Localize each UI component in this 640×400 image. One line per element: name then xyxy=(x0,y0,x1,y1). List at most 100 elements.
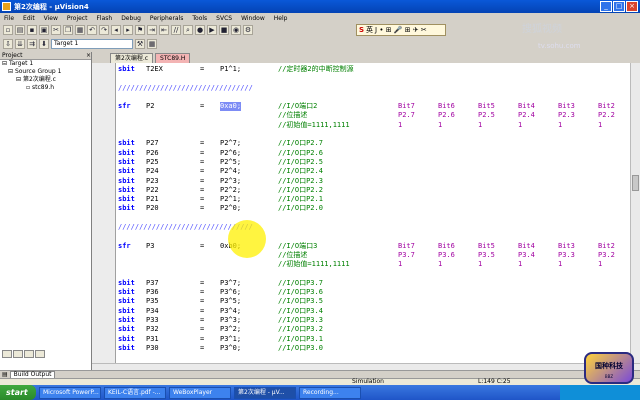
taskbar-task[interactable]: WeBoxPlayer xyxy=(169,386,231,399)
code-line[interactable]: 170sbitP35=P3^5;//I/O口P3.5 xyxy=(118,297,628,306)
horizontal-scrollbar[interactable] xyxy=(92,363,640,370)
code-line[interactable]: 157sbitP23=P2^3;//I/O口P2.3 xyxy=(118,177,628,186)
minimize-icon[interactable]: _ xyxy=(600,1,612,12)
code-line[interactable]: 172sbitP33=P3^3;//I/O口P3.3 xyxy=(118,316,628,325)
menu-item-tools[interactable]: Tools xyxy=(192,15,207,22)
code-line[interactable]: 151//初始值=1111,1111111111 xyxy=(118,121,628,130)
tree-item-header-file[interactable]: ▫ stc89.h xyxy=(0,84,91,92)
code-line[interactable]: 165//位描述P3.7P3.6P3.5P3.4P3.3P3.2 xyxy=(118,251,628,260)
code-line[interactable]: 161 xyxy=(118,214,628,223)
close-panel-icon[interactable]: × xyxy=(86,52,91,59)
code-line[interactable]: 163 xyxy=(118,232,628,241)
taskbar-task[interactable]: Recording... xyxy=(299,386,361,399)
stop-icon[interactable]: ■ xyxy=(219,25,229,35)
start-button[interactable]: start xyxy=(0,385,36,400)
comment-icon[interactable]: // xyxy=(171,25,181,35)
copy-icon[interactable]: ❐ xyxy=(63,25,73,35)
undo-icon[interactable]: ↶ xyxy=(87,25,97,35)
tab-source-file[interactable]: 第2次编程.c xyxy=(110,53,154,63)
code-line[interactable]: 158sbitP22=P2^2;//I/O口P2.2 xyxy=(118,186,628,195)
vertical-scrollbar[interactable] xyxy=(630,63,640,363)
redo-icon[interactable]: ↷ xyxy=(99,25,109,35)
menu-item-debug[interactable]: Debug xyxy=(121,15,141,22)
unindent-icon[interactable]: ⇤ xyxy=(159,25,169,35)
target-options-icon[interactable]: ⚒ xyxy=(135,39,145,49)
forward-icon[interactable]: ▸ xyxy=(123,25,133,35)
code-line[interactable]: 154sbitP26=P2^6;//I/O口P2.6 xyxy=(118,149,628,158)
code-identifier: P27 xyxy=(146,139,159,148)
tree-item-source-group[interactable]: ⊟ Source Group 1 xyxy=(0,68,91,76)
run-icon[interactable]: ▶ xyxy=(207,25,217,35)
save-all-icon[interactable]: ▣ xyxy=(39,25,49,35)
functions-tab-icon[interactable] xyxy=(24,350,34,358)
code-line[interactable]: 166//初始值=1111,1111111111 xyxy=(118,260,628,269)
ime-language[interactable]: 英 xyxy=(366,25,373,35)
code-line[interactable]: 160sbitP20=P2^0;//I/O口P2.0 xyxy=(118,204,628,213)
code-line[interactable]: 162//////////////////////////////// xyxy=(118,223,628,232)
build-icon[interactable]: ⇊ xyxy=(15,39,25,49)
code-line[interactable]: 174sbitP31=P3^1;//I/O口P3.1 xyxy=(118,335,628,344)
close-icon[interactable]: × xyxy=(626,1,638,12)
project-tab-icon[interactable] xyxy=(2,350,12,358)
code-comment: //位描述 xyxy=(278,250,308,259)
settings-icon[interactable]: ⚙ xyxy=(243,25,253,35)
download-icon[interactable]: ⬇ xyxy=(39,39,49,49)
menu-item-help[interactable]: Help xyxy=(274,15,288,22)
scrollbar-thumb[interactable] xyxy=(632,175,639,191)
menu-item-project[interactable]: Project xyxy=(67,15,88,22)
code-line[interactable]: 155sbitP25=P2^5;//I/O口P2.5 xyxy=(118,158,628,167)
code-keyword: sbit xyxy=(118,157,135,166)
code-line[interactable]: 156sbitP24=P2^4;//I/O口P2.4 xyxy=(118,167,628,176)
tree-item-target[interactable]: ⊟ Target 1 xyxy=(0,60,91,68)
menu-item-file[interactable]: File xyxy=(4,15,14,22)
menu-item-peripherals[interactable]: Peripherals xyxy=(150,15,183,22)
cut-icon[interactable]: ✂ xyxy=(51,25,61,35)
menu-item-flash[interactable]: Flash xyxy=(96,15,112,22)
manage-components-icon[interactable]: ▦ xyxy=(147,39,157,49)
code-line[interactable]: 159sbitP21=P2^1;//I/O口P2.1 xyxy=(118,195,628,204)
menu-item-edit[interactable]: Edit xyxy=(23,15,35,22)
taskbar-task[interactable]: Microsoft PowerP... xyxy=(39,386,101,399)
new-file-icon[interactable]: ▫ xyxy=(3,25,13,35)
code-line[interactable]: 164sfrP3=0xb0;//I/O端口3Bit7Bit6Bit5Bit4Bi… xyxy=(118,242,628,251)
code-line[interactable]: 147//////////////////////////////// xyxy=(118,84,628,93)
taskbar-task[interactable]: KEIL-C语言.pdf -... xyxy=(104,386,166,399)
books-tab-icon[interactable] xyxy=(13,350,23,358)
taskbar-task[interactable]: 第2次编程 - µV... xyxy=(234,386,296,399)
bookmark-icon[interactable]: ⚑ xyxy=(135,25,145,35)
code-line[interactable]: 145sbitT2EX=P1^1;//定时器2的中断控制源 xyxy=(118,65,628,74)
find-icon[interactable]: ⌕ xyxy=(183,25,193,35)
code-line[interactable]: 167 xyxy=(118,270,628,279)
ime-tools[interactable]: J • ⊞ 🎤 ⊞ ✈ ✂ xyxy=(375,26,427,34)
indent-icon[interactable]: ⇥ xyxy=(147,25,157,35)
breakpoint-icon[interactable]: ◉ xyxy=(231,25,241,35)
code-line[interactable]: 171sbitP34=P3^4;//I/O口P3.4 xyxy=(118,307,628,316)
templates-tab-icon[interactable] xyxy=(35,350,45,358)
save-icon[interactable]: ▪ xyxy=(27,25,37,35)
code-line[interactable]: 173sbitP32=P3^2;//I/O口P3.2 xyxy=(118,325,628,334)
code-line[interactable]: 149sfrP2=0xa0;//I/O端口2Bit7Bit6Bit5Bit4Bi… xyxy=(118,102,628,112)
debug-start-icon[interactable]: ● xyxy=(195,25,205,35)
back-icon[interactable]: ◂ xyxy=(111,25,121,35)
code-line[interactable]: 175sbitP30=P3^0;//I/O口P3.0 xyxy=(118,344,628,353)
code-line[interactable]: 168sbitP37=P3^7;//I/O口P3.7 xyxy=(118,279,628,288)
tree-item-source-file[interactable]: ⊟ 第2次编程.c xyxy=(0,76,91,84)
code-line[interactable]: 153sbitP27=P2^7;//I/O口P2.7 xyxy=(118,139,628,148)
translate-icon[interactable]: ⇩ xyxy=(3,39,13,49)
open-file-icon[interactable]: ▤ xyxy=(15,25,25,35)
menu-item-view[interactable]: View xyxy=(44,15,58,22)
code-area[interactable]: 145sbitT2EX=P1^1;//定时器2的中断控制源146147/////… xyxy=(118,65,628,363)
tab-header-file[interactable]: STC89.H xyxy=(155,53,191,63)
ime-bar[interactable]: S 英 J • ⊞ 🎤 ⊞ ✈ ✂ xyxy=(356,24,446,36)
code-line[interactable]: 169sbitP36=P3^6;//I/O口P3.6 xyxy=(118,288,628,297)
rebuild-icon[interactable]: ⇉ xyxy=(27,39,37,49)
code-line[interactable]: 146 xyxy=(118,74,628,83)
menu-item-svcs[interactable]: SVCS xyxy=(216,15,232,22)
menu-item-window[interactable]: Window xyxy=(241,15,265,22)
paste-icon[interactable]: ▦ xyxy=(75,25,85,35)
maximize-icon[interactable]: □ xyxy=(613,1,625,12)
code-line[interactable]: 148 xyxy=(118,93,628,102)
code-line[interactable]: 152 xyxy=(118,130,628,139)
code-line[interactable]: 150//位描述P2.7P2.6P2.5P2.4P2.3P2.2 xyxy=(118,111,628,120)
target-select[interactable]: Target 1 xyxy=(51,39,133,49)
